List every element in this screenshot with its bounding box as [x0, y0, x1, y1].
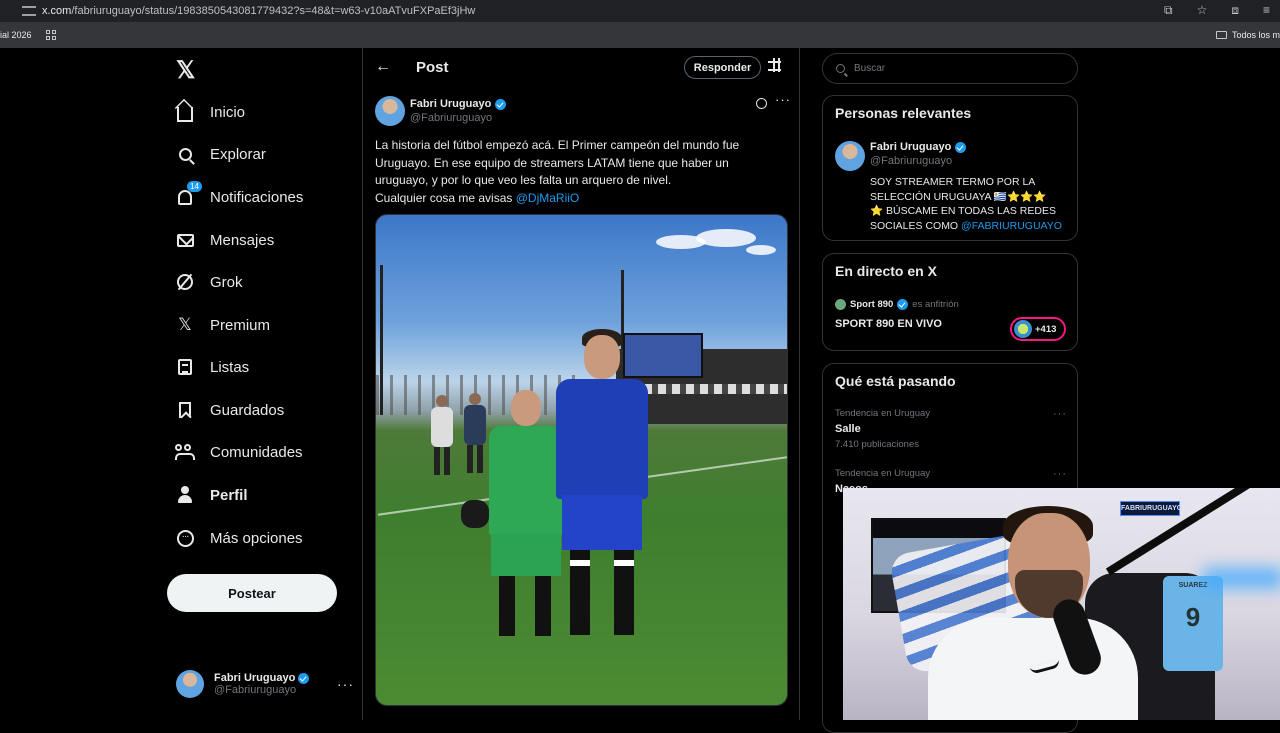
reply-settings-icon[interactable] — [768, 58, 781, 72]
avatar[interactable] — [835, 141, 865, 171]
neon-sign: FABRIURUGUAYO — [1120, 501, 1182, 516]
folder-icon — [1215, 31, 1227, 39]
mail-icon — [174, 229, 196, 251]
nav-item-notifications[interactable]: 14 Notificaciones — [174, 181, 303, 212]
more-dots-icon[interactable]: ··· — [1053, 408, 1067, 420]
account-switcher[interactable]: Fabri Uruguayo @Fabriuruguayo ··· — [176, 670, 356, 698]
site-settings-icon[interactable] — [22, 6, 36, 16]
relevant-people-card: Personas relevantes Fabri Uruguayo @Fabr… — [822, 95, 1078, 241]
page-title: Post — [416, 59, 449, 76]
bookmark-icon — [174, 399, 196, 421]
bookmark-star-icon[interactable]: ☆ — [1197, 3, 1208, 18]
browser-address-bar[interactable]: x.com/fabriuruguayo/status/1983850543081… — [0, 0, 1280, 22]
nav-item-messages[interactable]: Mensajes — [174, 225, 274, 255]
nav-item-bookmarks[interactable]: Guardados — [174, 395, 284, 425]
nav-item-profile[interactable]: Perfil — [174, 480, 248, 510]
nav-item-home[interactable]: Inicio — [174, 97, 245, 127]
nav-item-communities[interactable]: Comunidades — [174, 437, 303, 467]
card-title: En directo en X — [835, 263, 937, 279]
nav-item-more[interactable]: ··· Más opciones — [174, 523, 303, 553]
install-app-icon[interactable]: ⧉ — [1164, 3, 1173, 18]
mention-link[interactable]: @FABRIURUGUAYO — [961, 220, 1062, 232]
search-input[interactable]: Buscar — [822, 53, 1078, 84]
more-options-icon: ··· — [174, 527, 196, 549]
relevant-user[interactable]: Fabri Uruguayo @Fabriuruguayo — [835, 141, 967, 171]
nav-item-explore[interactable]: Explorar — [174, 139, 266, 169]
live-on-x-card[interactable]: En directo en X Sport 890 es anfitrión S… — [822, 253, 1078, 351]
grok-icon — [174, 271, 196, 293]
grok-explain-icon[interactable] — [756, 98, 767, 109]
notification-badge: 14 — [187, 181, 202, 192]
post-column: ← Post Responder Fabri Uruguayo @Fabriur… — [362, 48, 800, 720]
mention-link[interactable]: @DjMaRiiO — [516, 191, 580, 205]
trend-item[interactable]: Tendencia en Uruguay Salle 7.410 publica… — [835, 408, 930, 450]
apps-grid-icon[interactable] — [45, 30, 56, 40]
framed-jersey: SUAREZ 9 — [1163, 576, 1223, 671]
back-arrow-icon[interactable]: ← — [375, 58, 391, 76]
communities-icon — [174, 441, 196, 463]
webcam-overlay: FABRIURUGUAYO SUAREZ 9 — [843, 488, 1280, 720]
space-host: Sport 890 es anfitrión — [835, 299, 959, 310]
verified-badge-icon — [897, 299, 909, 310]
verified-badge-icon — [955, 141, 967, 153]
bookmarks-bar: ial 2026 Todos los m — [0, 22, 1280, 48]
space-title: SPORT 890 EN VIVO — [835, 318, 942, 330]
more-dots-icon[interactable]: ··· — [1053, 468, 1067, 480]
led-light — [1203, 568, 1280, 588]
avatar[interactable] — [375, 96, 405, 126]
person-icon — [174, 484, 196, 506]
post-text: La historia del fútbol empezó acá. El Pr… — [375, 138, 740, 205]
verified-badge-icon — [495, 98, 507, 110]
post-photo[interactable] — [375, 214, 788, 706]
home-icon — [174, 101, 196, 123]
extensions-icon[interactable]: ⧈ — [1231, 3, 1239, 18]
avatar — [1014, 320, 1032, 338]
post-button[interactable]: Postear — [167, 574, 337, 612]
list-icon — [174, 356, 196, 378]
card-title: Qué está pasando — [835, 373, 956, 389]
bell-icon: 14 — [174, 181, 202, 208]
post-author[interactable]: Fabri Uruguayo @Fabriuruguayo — [375, 96, 507, 126]
bookmark-item[interactable]: ial 2026 — [0, 30, 32, 40]
listeners-badge[interactable]: +413 — [1010, 317, 1066, 341]
user-bio: SOY STREAMER TERMO POR LA SELECCIÓN URUG… — [870, 176, 1062, 232]
menu-icon[interactable]: ≡ — [1263, 3, 1270, 18]
nav-item-lists[interactable]: Listas — [174, 352, 249, 382]
nav-item-premium[interactable]: 𝕏 Premium — [174, 310, 270, 340]
verified-badge-icon — [298, 672, 310, 684]
x-premium-icon: 𝕏 — [178, 315, 192, 334]
all-bookmarks[interactable]: Todos los m — [1215, 30, 1280, 40]
card-title: Personas relevantes — [835, 105, 972, 121]
avatar — [176, 670, 204, 698]
more-dots-icon[interactable]: ··· — [775, 92, 791, 107]
reply-button[interactable]: Responder — [684, 56, 761, 79]
url-text[interactable]: x.com/fabriuruguayo/status/1983850543081… — [42, 5, 475, 17]
search-icon — [174, 143, 196, 165]
avatar — [835, 299, 846, 310]
search-icon — [836, 64, 845, 73]
x-logo-icon[interactable]: 𝕏 — [176, 56, 195, 85]
nav-item-grok[interactable]: Grok — [174, 267, 243, 297]
more-dots-icon[interactable]: ··· — [337, 676, 354, 692]
